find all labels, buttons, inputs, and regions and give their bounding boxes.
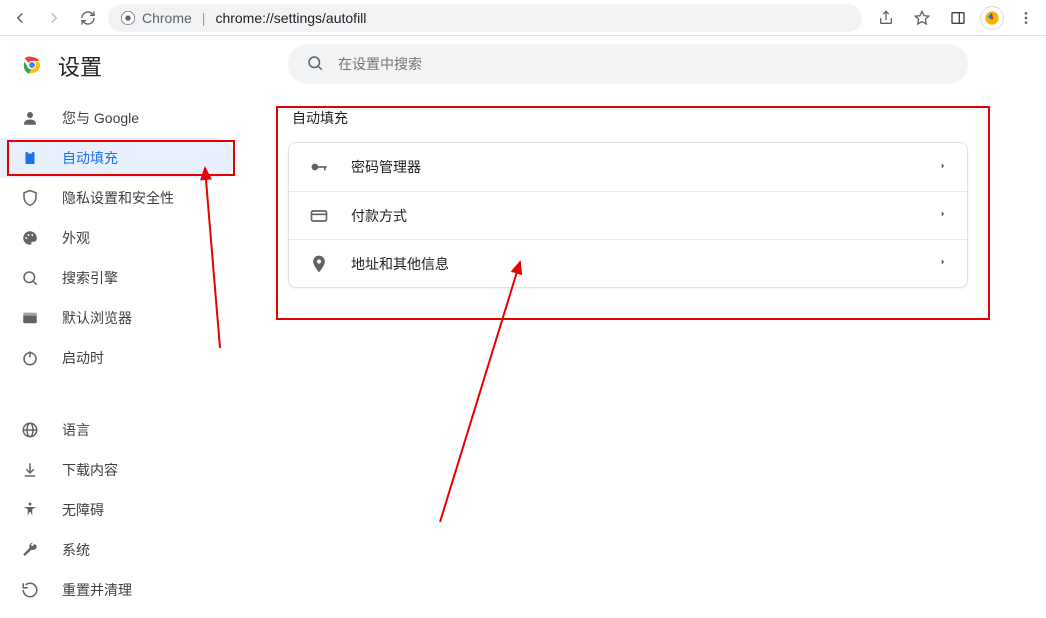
row-payment-methods[interactable]: 付款方式 <box>289 191 967 239</box>
palette-icon <box>20 229 40 247</box>
location-icon <box>309 254 329 274</box>
download-icon <box>20 461 40 479</box>
sidebar-item-reset[interactable]: 重置并清理 <box>0 570 236 610</box>
sidebar-item-label: 默认浏览器 <box>62 308 132 328</box>
chevron-right-icon <box>939 160 947 175</box>
wrench-icon <box>20 541 40 559</box>
key-icon <box>309 157 329 177</box>
sidebar-group-main: 您与 Google 自动填充 隐私设置和安全性 外观 搜索引擎 默认浏览器 <box>0 98 256 386</box>
clipboard-icon <box>20 149 40 167</box>
sidebar-item-label: 语言 <box>62 420 90 440</box>
sidebar-item-label: 下载内容 <box>62 460 118 480</box>
chrome-color-logo-icon <box>20 53 44 80</box>
back-button[interactable] <box>6 4 34 32</box>
profile-avatar[interactable] <box>980 6 1004 30</box>
sidebar-item-search-engine[interactable]: 搜索引擎 <box>0 258 236 298</box>
sidebar-item-label: 系统 <box>62 540 90 560</box>
autofill-card: 密码管理器 付款方式 地址和其他信息 <box>288 142 968 288</box>
reload-button[interactable] <box>74 4 102 32</box>
chrome-logo-icon: Chrome <box>120 10 192 26</box>
sidebar-item-label: 重置并清理 <box>62 580 132 600</box>
sidebar-item-appearance[interactable]: 外观 <box>0 218 236 258</box>
sidebar-item-languages[interactable]: 语言 <box>0 410 236 450</box>
forward-button[interactable] <box>40 4 68 32</box>
browser-icon <box>20 309 40 327</box>
sidebar-item-privacy[interactable]: 隐私设置和安全性 <box>0 178 236 218</box>
sidebar-item-downloads[interactable]: 下载内容 <box>0 450 236 490</box>
sidebar-item-label: 您与 Google <box>62 108 139 128</box>
sidebar-item-label: 外观 <box>62 228 90 248</box>
settings-search[interactable] <box>288 44 968 84</box>
search-icon <box>20 269 40 287</box>
settings-sidebar: 设置 您与 Google 自动填充 隐私设置和安全性 外观 搜索引擎 <box>0 36 256 591</box>
row-label: 付款方式 <box>351 206 917 226</box>
sidebar-item-accessibility[interactable]: 无障碍 <box>0 490 236 530</box>
omnibox-url: chrome://settings/autofill <box>215 10 366 26</box>
sidebar-group-advanced: 语言 下载内容 无障碍 系统 重置并清理 <box>0 410 256 618</box>
sidebar-item-system[interactable]: 系统 <box>0 530 236 570</box>
row-password-manager[interactable]: 密码管理器 <box>289 143 967 191</box>
globe-icon <box>20 421 40 439</box>
sidebar-item-label: 无障碍 <box>62 500 104 520</box>
panel-icon[interactable] <box>944 4 972 32</box>
bookmark-star-icon[interactable] <box>908 4 936 32</box>
sidebar-item-default-browser[interactable]: 默认浏览器 <box>0 298 236 338</box>
omnibox[interactable]: Chrome | chrome://settings/autofill <box>108 4 862 32</box>
omnibox-product-label: Chrome <box>142 10 192 26</box>
person-icon <box>20 109 40 127</box>
main-content: 自动填充 密码管理器 付款方式 地址和其他信息 <box>256 36 1046 591</box>
share-icon[interactable] <box>872 4 900 32</box>
shield-icon <box>20 189 40 207</box>
row-label: 密码管理器 <box>351 157 917 177</box>
row-addresses[interactable]: 地址和其他信息 <box>289 239 967 287</box>
browser-toolbar: Chrome | chrome://settings/autofill <box>0 0 1046 36</box>
omnibox-separator: | <box>202 10 206 26</box>
page-title: 设置 <box>58 50 102 82</box>
credit-card-icon <box>309 206 329 226</box>
row-label: 地址和其他信息 <box>351 254 917 274</box>
kebab-menu-icon[interactable] <box>1012 4 1040 32</box>
sidebar-item-you-and-google[interactable]: 您与 Google <box>0 98 236 138</box>
sidebar-item-label: 自动填充 <box>62 148 118 168</box>
sidebar-item-label: 启动时 <box>62 348 104 368</box>
settings-search-input[interactable] <box>338 56 950 72</box>
sidebar-item-on-startup[interactable]: 启动时 <box>0 338 236 378</box>
restore-icon <box>20 581 40 599</box>
sidebar-item-autofill[interactable]: 自动填充 <box>0 138 236 178</box>
accessibility-icon <box>20 501 40 519</box>
search-icon <box>306 54 324 75</box>
chevron-right-icon <box>939 208 947 223</box>
section-title: 自动填充 <box>288 84 1014 142</box>
power-icon <box>20 349 40 367</box>
sidebar-item-label: 隐私设置和安全性 <box>62 188 174 208</box>
sidebar-item-label: 搜索引擎 <box>62 268 118 288</box>
chevron-right-icon <box>939 256 947 271</box>
